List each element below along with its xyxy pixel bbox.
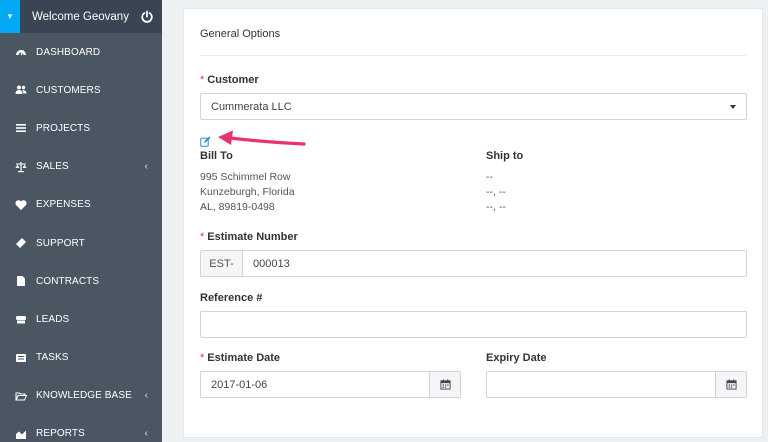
bars-icon: [15, 122, 27, 134]
calendar-icon[interactable]: [715, 372, 746, 397]
folder-open-icon: [15, 390, 27, 402]
bill-to-line: Kunzeburgh, Florida: [200, 186, 295, 198]
sidebar-item-projects[interactable]: PROJECTS: [0, 109, 162, 147]
estimate-number-label: * Estimate Number: [200, 231, 298, 243]
estimate-date-value: 2017-01-06: [211, 378, 268, 391]
expiry-date-label: Expiry Date: [486, 352, 547, 364]
customer-label: * Customer: [200, 74, 259, 86]
estimate-form-panel: General Options * Customer Cummerata LLC …: [183, 8, 763, 438]
estimate-number-input[interactable]: 000013: [243, 258, 746, 270]
sidebar-item-support[interactable]: SUPPORT: [0, 224, 162, 262]
bill-to-label: Bill To: [200, 150, 233, 162]
sidebar-item-customers[interactable]: CUSTOMERS: [0, 71, 162, 109]
power-icon[interactable]: [140, 9, 154, 24]
heartbeat-icon: [15, 199, 27, 211]
sidebar-item-knowledge-base[interactable]: KNOWLEDGE BASE ‹: [0, 377, 162, 415]
caret-down-icon: ▾: [7, 11, 13, 21]
calendar-icon[interactable]: [429, 372, 460, 397]
required-mark: *: [200, 231, 205, 243]
chevron-left-icon: ‹: [144, 161, 148, 173]
sidebar-item-contracts[interactable]: CONTRACTS: [0, 262, 162, 300]
ship-to-line: --, --: [486, 186, 506, 198]
tasks-icon: [15, 352, 27, 364]
ship-to-address: -- --, -- --, --: [486, 170, 506, 215]
customer-select[interactable]: Cummerata LLC: [200, 93, 747, 120]
tty-icon: [15, 313, 27, 325]
sidebar-item-sales[interactable]: SALES ‹: [0, 148, 162, 186]
sidebar-item-label: REPORTS: [36, 428, 85, 440]
ship-to-label: Ship to: [486, 150, 524, 162]
edit-icon[interactable]: [200, 136, 211, 147]
sidebar-item-label: EXPENSES: [36, 199, 91, 211]
sidebar-item-reports[interactable]: REPORTS ‹: [0, 415, 162, 442]
divider: [200, 55, 746, 56]
sidebar-item-tasks[interactable]: TASKS: [0, 339, 162, 377]
bill-to-address: 995 Schimmel Row Kunzeburgh, Florida AL,…: [200, 170, 295, 215]
sidebar-item-leads[interactable]: LEADS: [0, 300, 162, 338]
sidebar-item-label: PROJECTS: [36, 122, 91, 134]
section-title: General Options: [200, 28, 281, 40]
file-icon: [15, 275, 27, 287]
sidebar-item-label: SUPPORT: [36, 237, 85, 249]
chevron-left-icon: ‹: [144, 390, 148, 402]
sidebar-item-expenses[interactable]: EXPENSES: [0, 186, 162, 224]
dashboard-icon: [15, 46, 27, 58]
chevron-left-icon: ‹: [144, 428, 148, 440]
welcome-text: Welcome Geovany: [32, 10, 129, 23]
customer-select-value: Cummerata LLC: [211, 100, 292, 113]
sidebar-item-label: TASKS: [36, 352, 69, 364]
users-icon: [15, 84, 27, 96]
sidebar-item-label: KNOWLEDGE BASE: [36, 390, 132, 402]
sidebar-item-label: CUSTOMERS: [36, 84, 101, 96]
sidebar-item-label: CONTRACTS: [36, 275, 100, 287]
estimate-date-input[interactable]: 2017-01-06: [200, 371, 461, 398]
balance-scale-icon: [15, 161, 27, 173]
bill-to-line: AL, 89819-0498: [200, 201, 275, 213]
expiry-date-input[interactable]: [486, 371, 747, 398]
required-mark: *: [200, 352, 205, 364]
required-mark: *: [200, 74, 205, 86]
annotation-arrow-icon: [218, 130, 306, 146]
caret-down-icon: [730, 104, 736, 109]
estimate-prefix: EST-: [201, 251, 243, 276]
area-chart-icon: [15, 428, 27, 440]
bill-to-line: 995 Schimmel Row: [200, 171, 291, 183]
sidebar-item-label: SALES: [36, 161, 69, 173]
reference-label: Reference #: [200, 292, 263, 304]
estimate-number-field: EST- 000013: [200, 250, 747, 277]
ship-to-line: --, --: [486, 201, 506, 213]
sidebar: ▾ Welcome Geovany DASHBOARD CUSTOMERS PR…: [0, 0, 162, 442]
welcome-bar: ▾ Welcome Geovany: [0, 0, 162, 33]
sidebar-item-dashboard[interactable]: DASHBOARD: [0, 33, 162, 71]
ticket-icon: [15, 237, 27, 249]
main-content: General Options * Customer Cummerata LLC …: [162, 0, 768, 442]
ship-to-line: --: [486, 171, 493, 183]
sidebar-toggle-button[interactable]: ▾: [0, 0, 20, 33]
sidebar-item-label: LEADS: [36, 313, 70, 325]
sidebar-item-label: DASHBOARD: [36, 46, 101, 58]
estimate-date-label: * Estimate Date: [200, 352, 281, 364]
reference-input[interactable]: [200, 311, 747, 338]
